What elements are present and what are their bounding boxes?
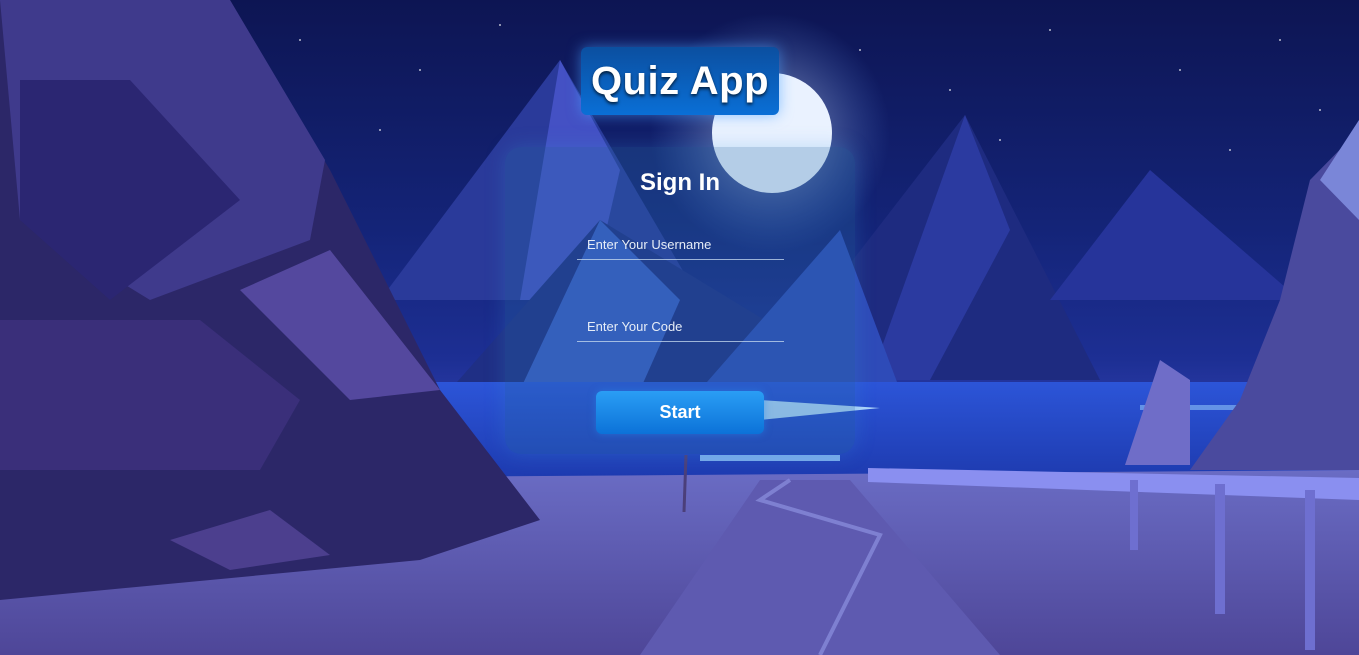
code-field-container — [577, 311, 784, 342]
username-input[interactable] — [577, 229, 784, 259]
app-title-banner: Quiz App — [581, 47, 779, 115]
code-input[interactable] — [577, 311, 784, 341]
app-title: Quiz App — [590, 58, 770, 103]
sign-in-card: Sign In Start — [505, 147, 855, 454]
sign-in-heading: Sign In — [640, 169, 720, 196]
page: Quiz App Sign In Start — [0, 0, 1359, 655]
mountain-right — [1050, 170, 1300, 300]
start-button[interactable]: Start — [596, 391, 764, 434]
username-field-container — [577, 229, 784, 260]
